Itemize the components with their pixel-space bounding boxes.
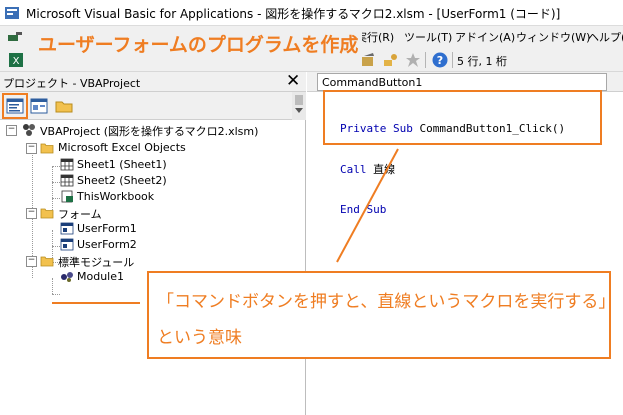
- toolbar-separator: [425, 52, 426, 68]
- sheet-icon: [60, 174, 74, 187]
- folder-icon: [40, 256, 54, 267]
- annotation-explanation-box: 「コマンドボタンを押すと、直線というマクロを実行する」 という意味: [147, 271, 615, 359]
- folder-icon: [40, 143, 54, 154]
- menu-addin[interactable]: アドイン(A): [455, 29, 515, 45]
- tree-item-sheet2[interactable]: Sheet2 (Sheet2): [0, 173, 300, 189]
- scrollbar[interactable]: [292, 92, 306, 120]
- project-explorer-header: プロジェクト - VBAProject ✕: [0, 71, 306, 92]
- tree-item-label: フォーム: [58, 208, 102, 221]
- tree-item-label: Microsoft Excel Objects: [58, 141, 186, 154]
- scroll-down-arrow-icon[interactable]: [295, 108, 303, 113]
- toggle-folders-icon[interactable]: [54, 96, 74, 116]
- title-bar: Microsoft Visual Basic for Applications …: [0, 0, 623, 26]
- object-browser-icon[interactable]: [405, 52, 421, 68]
- tree-item-forms[interactable]: − フォーム: [0, 205, 300, 221]
- workbook-icon: [61, 190, 73, 203]
- vba-project-icon: [23, 124, 35, 136]
- project-explorer-icon[interactable]: [383, 52, 399, 68]
- tree-item-label: Sheet1 (Sheet1): [77, 158, 167, 171]
- code-line: End Sub: [340, 203, 565, 217]
- tree-item-label: Module1: [77, 270, 124, 283]
- code-keyword: Call: [340, 162, 367, 176]
- userform-icon: [60, 238, 74, 251]
- folder-icon: [40, 208, 54, 219]
- tree-item-label: Sheet2 (Sheet2): [77, 174, 167, 187]
- tree-item-label: VBAProject (図形を操作するマクロ2.xlsm): [40, 125, 259, 138]
- scroll-thumb[interactable]: [295, 95, 303, 105]
- tree-item-label: UserForm2: [77, 238, 137, 251]
- annotation-headline: ユーザーフォームのプログラムを作成: [34, 30, 363, 57]
- tree-item-label: UserForm1: [77, 222, 137, 235]
- tree-item-vbaproject[interactable]: − VBAProject (図形を操作するマクロ2.xlsm): [0, 122, 300, 138]
- project-tree: − VBAProject (図形を操作するマクロ2.xlsm) − Micros…: [0, 122, 300, 415]
- help-icon-glyph: ?: [437, 54, 443, 67]
- sheet-icon: [60, 158, 74, 171]
- tree-connector: [52, 294, 60, 295]
- userform-icon: [60, 222, 74, 235]
- tree-item-label: 標準モジュール: [58, 256, 135, 269]
- annotation-underline: [52, 302, 140, 304]
- tree-item-excel-objects[interactable]: − Microsoft Excel Objects: [0, 140, 300, 156]
- tree-item-sheet1[interactable]: Sheet1 (Sheet1): [0, 157, 300, 173]
- toolbar-separator: [452, 52, 453, 68]
- annotation-explanation-line: という意味: [157, 328, 242, 348]
- collapse-icon[interactable]: −: [26, 256, 37, 267]
- tree-item-userform2[interactable]: UserForm2: [0, 237, 300, 253]
- annotation-explanation-line: 「コマンドボタンを押すと、直線というマクロを実行する」: [157, 292, 616, 312]
- collapse-icon[interactable]: −: [6, 125, 17, 136]
- annotation-highlight-box: [2, 93, 28, 119]
- window-title: Microsoft Visual Basic for Applications …: [26, 7, 561, 21]
- project-explorer-title: プロジェクト - VBAProject: [3, 77, 141, 90]
- help-icon[interactable]: ?: [432, 52, 448, 68]
- design-mode-icon[interactable]: [360, 52, 376, 68]
- tree-item-userform1[interactable]: UserForm1: [0, 221, 300, 237]
- module-icon: [61, 272, 73, 282]
- tree-item-thisworkbook[interactable]: ThisWorkbook: [0, 189, 300, 205]
- view-object-icon[interactable]: [29, 96, 49, 116]
- collapse-icon[interactable]: −: [26, 208, 37, 219]
- tree-item-label: ThisWorkbook: [77, 190, 155, 203]
- menu-window[interactable]: ウィンドウ(W): [516, 29, 590, 45]
- object-dropdown[interactable]: CommandButton1: [317, 73, 607, 91]
- tool-icon[interactable]: [6, 29, 24, 45]
- project-explorer-toolbar: [0, 92, 306, 120]
- code-keyword: End Sub: [340, 203, 387, 216]
- annotation-code-box: [323, 90, 602, 145]
- tree-item-standard-modules[interactable]: − 標準モジュール: [0, 253, 300, 269]
- close-icon[interactable]: ✕: [286, 71, 300, 91]
- svg-text:X: X: [13, 56, 20, 67]
- excel-icon[interactable]: X: [8, 52, 24, 68]
- code-line: Call 直線: [340, 163, 565, 177]
- menu-tools[interactable]: ツール(T): [404, 29, 452, 45]
- vba-app-icon: [5, 7, 19, 19]
- code-window-header: CommandButton1: [307, 72, 623, 92]
- menu-help[interactable]: ヘルプ(: [588, 29, 623, 45]
- project-explorer: プロジェクト - VBAProject ✕ − VBAProject (図形を操…: [0, 71, 306, 415]
- collapse-icon[interactable]: −: [26, 143, 37, 154]
- cursor-position: 5 行, 1 桁: [457, 55, 507, 68]
- code-text: 直線: [366, 162, 396, 176]
